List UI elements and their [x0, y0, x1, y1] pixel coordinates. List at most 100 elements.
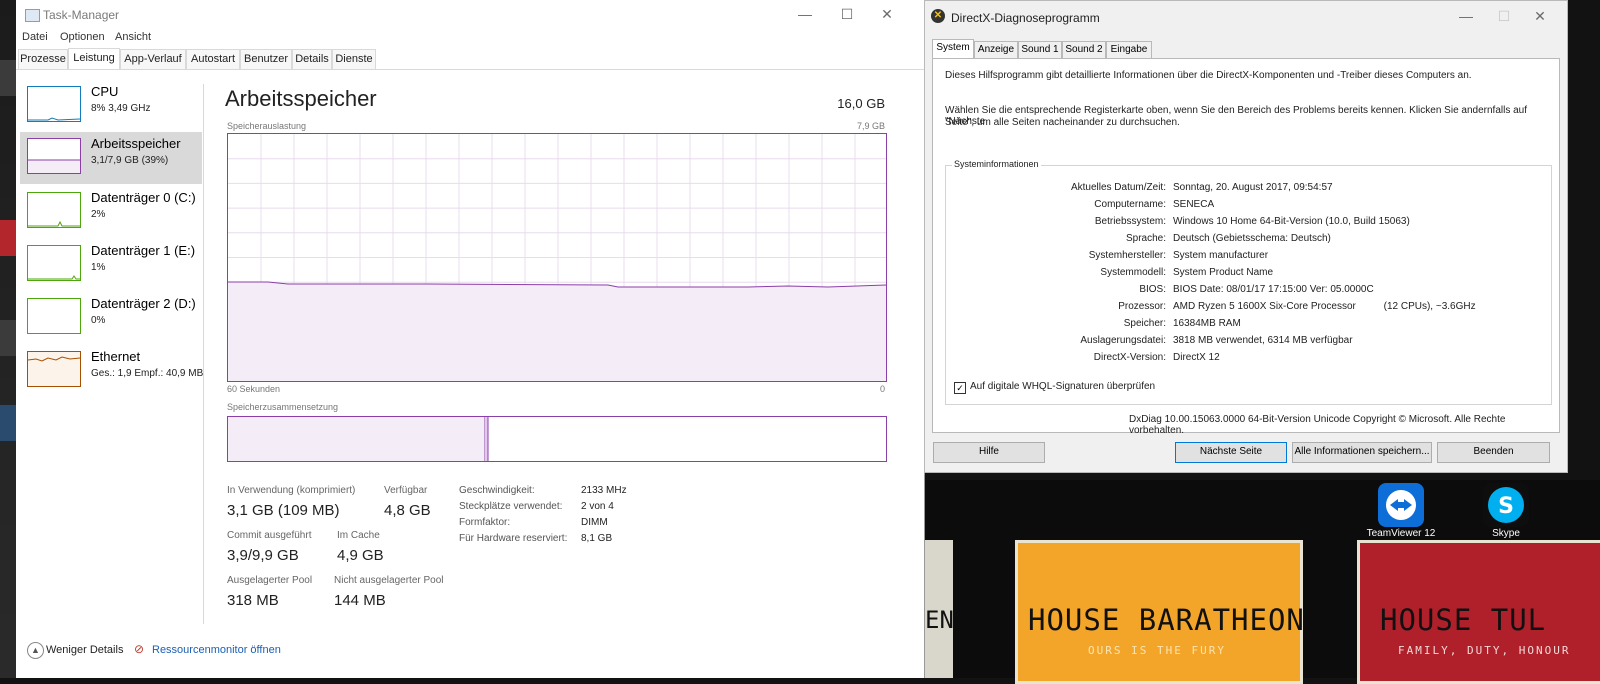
info-label: Prozessor:	[1118, 301, 1166, 312]
minimize-button[interactable]: —	[1455, 6, 1477, 26]
ethernet-thumbnail	[27, 351, 81, 387]
info-value: Deutsch (Gebietsschema: Deutsch)	[1173, 233, 1331, 244]
poster-baratheon: HOUSE BARATHEON OURS IS THE FURY	[1015, 540, 1304, 684]
sidebar-item-ethernet[interactable]: Ethernet Ges.: 1,9 Empf.: 40,9 MB	[20, 345, 204, 397]
spec-label: Für Hardware reserviert:	[459, 533, 568, 544]
menu-optionen[interactable]: Optionen	[60, 31, 105, 43]
spec-label: Formfaktor:	[459, 517, 511, 528]
info-value: BIOS Date: 08/01/17 17:15:00 Ver: 05.000…	[1173, 284, 1374, 295]
sidebar-item-disk-0[interactable]: Datenträger 0 (C:) 2%	[20, 186, 202, 238]
tab-eingabe[interactable]: Eingabe	[1106, 41, 1152, 58]
sidebar-item-cpu[interactable]: CPU 8% 3,49 GHz	[20, 80, 202, 132]
exit-button[interactable]: Beenden	[1437, 442, 1550, 463]
svg-text:S: S	[1498, 494, 1514, 519]
sidebar-item-sub: Ges.: 1,9 Empf.: 40,9 MB	[91, 368, 204, 379]
paged-pool-label: Ausgelagerter Pool	[227, 575, 313, 586]
info-label: Sprache:	[1125, 233, 1166, 244]
group-title: Systeminformationen	[952, 159, 1041, 169]
cache-value: 4,9 GB	[337, 547, 384, 564]
commit-value: 3,9/9,9 GB	[227, 547, 299, 564]
in-use-value: 3,1 GB (109 MB)	[227, 502, 340, 519]
save-all-info-button[interactable]: Alle Informationen speichern...	[1292, 442, 1432, 463]
dxdiag-window: ✕ DirectX-Diagnoseprogramm — ☐ ✕ System …	[924, 0, 1568, 473]
info-value: SENECA	[1173, 199, 1215, 210]
maximize-button: ☐	[1497, 8, 1511, 24]
info-label: Systemmodell:	[1100, 267, 1166, 278]
sidebar-item-disk-1[interactable]: Datenträger 1 (E:) 1%	[20, 239, 202, 291]
disk-0-thumbnail	[27, 192, 81, 228]
tab-sound-1[interactable]: Sound 1	[1018, 41, 1062, 58]
tab-benutzer[interactable]: Benutzer	[240, 49, 292, 69]
minimize-button[interactable]: —	[794, 4, 816, 24]
info-label: BIOS:	[1139, 284, 1166, 295]
poster-motto: OURS IS THE FURY	[1088, 644, 1226, 657]
menu-ansicht[interactable]: Ansicht	[115, 31, 151, 43]
spec-label: Geschwindigkeit:	[459, 485, 535, 496]
sidebar-item-label: Datenträger 0 (C:)	[91, 190, 196, 205]
maximize-button[interactable]: ☐	[836, 4, 858, 24]
window-title: Task-Manager	[43, 8, 120, 22]
poster-tully: HOUSE TUL FAMILY, DUTY, HONOUR	[1357, 540, 1600, 684]
sidebar-item-sub: 0%	[91, 315, 106, 326]
disk-1-thumbnail	[27, 245, 81, 281]
close-button[interactable]: ✕	[876, 4, 898, 24]
resource-monitor-link[interactable]: Ressourcenmonitor öffnen	[152, 644, 281, 656]
tab-leistung[interactable]: Leistung	[68, 48, 120, 69]
task-manager-app-icon	[25, 9, 40, 22]
close-button[interactable]: ✕	[1529, 6, 1551, 26]
intro-text: Dieses Hilfsprogramm gibt detaillierte I…	[945, 70, 1472, 81]
task-manager-window: Task-Manager — ☐ ✕ Datei Optionen Ansich…	[16, 0, 925, 678]
resource-monitor-icon[interactable]: ⊘	[134, 642, 144, 656]
info-label: Computername:	[1094, 199, 1166, 210]
sidebar-item-sub: 1%	[91, 262, 106, 273]
teamviewer-icon[interactable]	[1378, 483, 1424, 527]
skype-label[interactable]: Skype	[1470, 528, 1542, 539]
memory-composition-bar	[227, 416, 887, 462]
tab-details[interactable]: Details	[292, 49, 332, 69]
title-bar[interactable]: Task-Manager — ☐ ✕	[16, 0, 924, 30]
sidebar-item-label: Datenträger 1 (E:)	[91, 243, 196, 258]
sidebar-item-label: CPU	[91, 84, 119, 99]
sidebar-item-memory[interactable]: Arbeitsspeicher 3,1/7,9 GB (39%)	[20, 132, 202, 184]
copyright-text: DxDiag 10.00.15063.0000 64-Bit-Version U…	[1129, 414, 1506, 436]
composition-in-use	[228, 417, 485, 461]
graph-zero-label: 0	[879, 384, 885, 394]
info-value: 16384MB RAM	[1173, 318, 1241, 329]
menu-datei[interactable]: Datei	[22, 31, 48, 43]
tab-prozesse[interactable]: Prozesse	[18, 49, 68, 69]
poster-title: HOUSE TUL	[1380, 603, 1547, 637]
whql-checkbox-label[interactable]: Auf digitale WHQL-Signaturen überprüfen	[970, 381, 1155, 392]
info-value: Sonntag, 20. August 2017, 09:54:57	[1173, 182, 1333, 193]
spec-value: 8,1 GB	[581, 533, 613, 544]
info-value: Windows 10 Home 64-Bit-Version (10.0, Bu…	[1173, 216, 1410, 227]
tab-bar: Prozesse Leistung App-Verlauf Autostart …	[16, 48, 924, 70]
chevron-up-icon[interactable]: ▲	[27, 642, 44, 659]
teamviewer-label[interactable]: TeamViewer 12	[1355, 528, 1447, 539]
less-details-link[interactable]: Weniger Details	[46, 644, 123, 656]
sidebar-item-sub: 2%	[91, 209, 106, 220]
tab-app-verlauf[interactable]: App-Verlauf	[120, 49, 186, 69]
next-page-button[interactable]: Nächste Seite	[1175, 442, 1287, 463]
directx-app-icon: ✕	[931, 9, 945, 23]
tab-sound-2[interactable]: Sound 2	[1062, 41, 1106, 58]
tab-system[interactable]: System	[932, 39, 974, 58]
tab-anzeige[interactable]: Anzeige	[974, 41, 1018, 58]
composition-label: Speicherzusammensetzung	[227, 402, 339, 412]
skype-icon[interactable]: S	[1483, 483, 1529, 527]
info-label: Betriebssystem:	[1094, 216, 1166, 227]
info-label: Aktuelles Datum/Zeit:	[1070, 182, 1166, 193]
whql-checkbox[interactable]: ✓	[954, 382, 966, 394]
sidebar-item-disk-2[interactable]: Datenträger 2 (D:) 0%	[20, 292, 202, 344]
tab-autostart[interactable]: Autostart	[186, 49, 240, 69]
info-label: Systemhersteller:	[1088, 250, 1166, 261]
nonpaged-pool-value: 144 MB	[334, 592, 386, 609]
in-use-label: In Verwendung (komprimiert)	[227, 485, 356, 496]
tab-dienste[interactable]: Dienste	[332, 49, 376, 69]
info-value: System Product Name	[1173, 267, 1274, 278]
info-value: 3818 MB verwendet, 6314 MB verfügbar	[1173, 335, 1353, 346]
sidebar-item-sub: 3,1/7,9 GB (39%)	[91, 155, 169, 166]
disk-2-thumbnail	[27, 298, 81, 334]
sidebar-item-label: Datenträger 2 (D:)	[91, 296, 196, 311]
total-memory: 16,0 GB	[837, 96, 885, 111]
help-button[interactable]: Hilfe	[933, 442, 1045, 463]
